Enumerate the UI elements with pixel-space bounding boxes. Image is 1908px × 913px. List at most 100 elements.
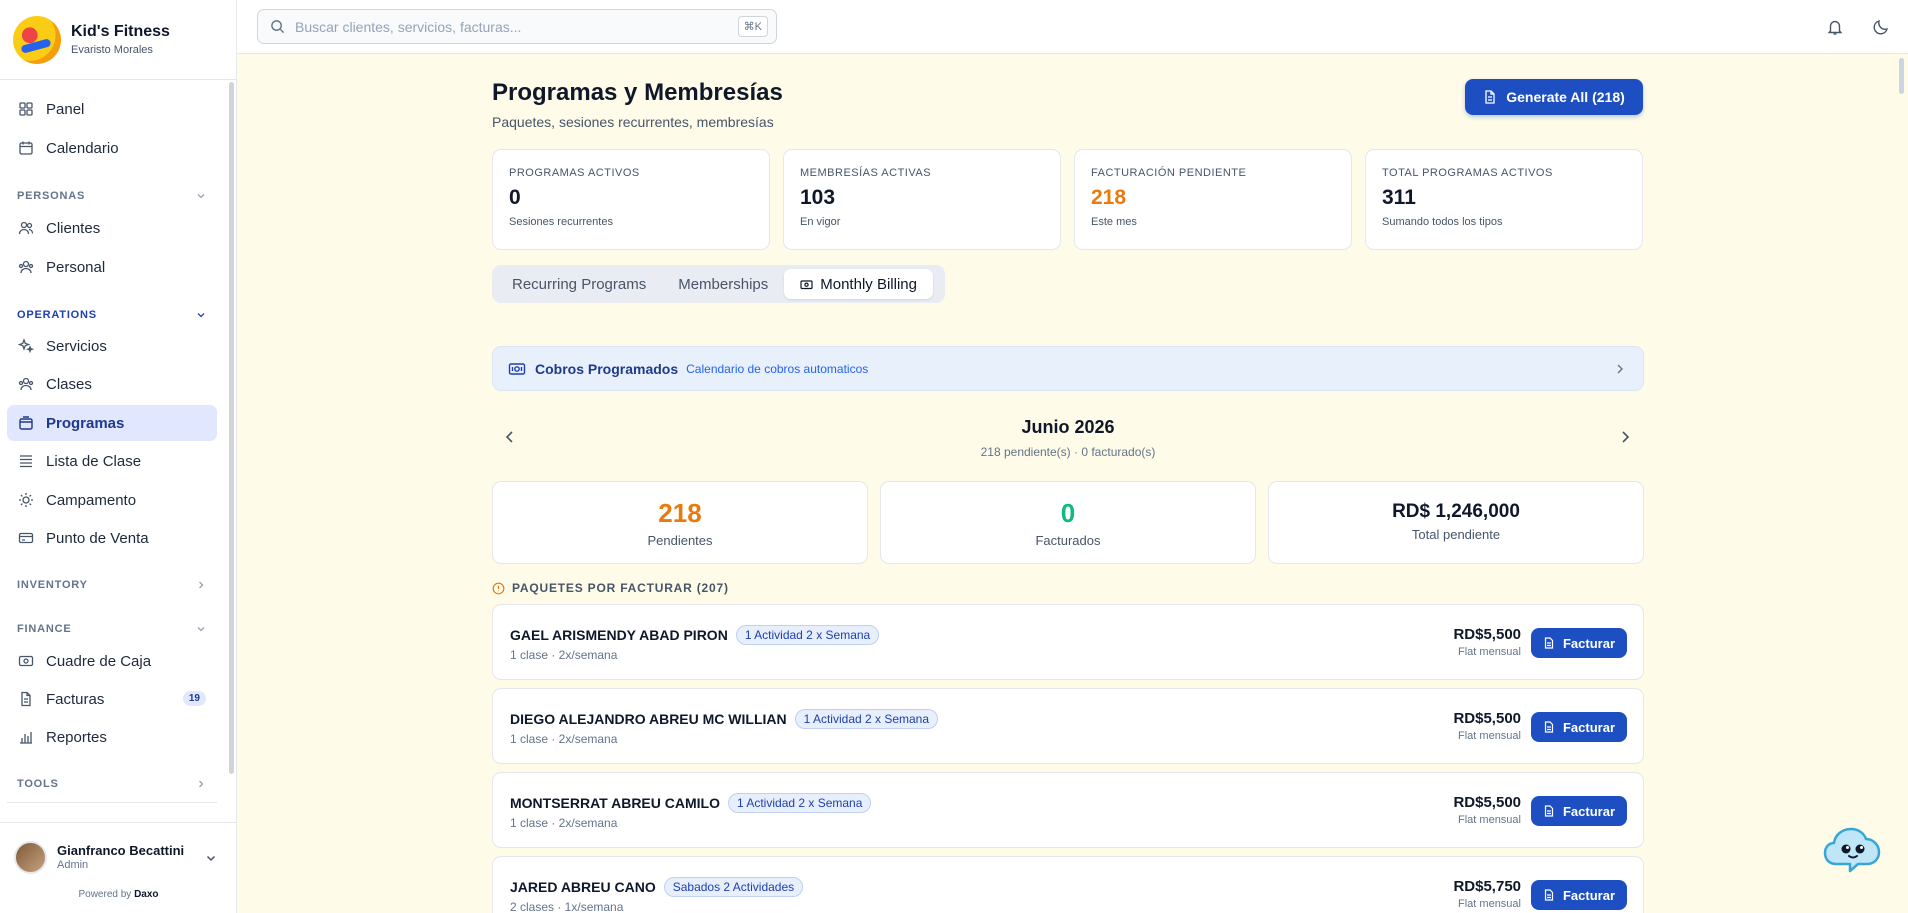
sidebar-scrollbar[interactable] (229, 82, 234, 774)
stat-sub: Sumando todos los tipos (1382, 216, 1503, 228)
next-month-button[interactable] (1617, 429, 1633, 445)
facturar-button[interactable]: Facturar (1531, 628, 1627, 658)
month-subtitle: 218 pendiente(s) · 0 facturado(s) (980, 445, 1156, 459)
section-finance[interactable]: FINANCE (17, 623, 207, 635)
stat-card-membresias-activas: MEMBRESÍAS ACTIVAS 103 En vigor (783, 149, 1061, 250)
sidebar-item-programas[interactable]: Programas (7, 405, 217, 441)
file-icon (1544, 721, 1554, 733)
stat-label: MEMBRESÍAS ACTIVAS (800, 167, 932, 179)
sidebar-item-facturas[interactable]: Facturas 19 (7, 681, 217, 717)
stat-sub: Este mes (1091, 216, 1137, 228)
sidebar-item-clases[interactable]: Clases (7, 366, 217, 402)
billing-period: Flat mensual (1458, 814, 1521, 826)
sidebar-item-label: Clientes (46, 219, 101, 237)
chevron-right-icon (199, 581, 204, 589)
amount: RD$5,500 (1453, 794, 1521, 811)
facturar-label: Facturar (1562, 719, 1616, 735)
list-icon (20, 455, 32, 468)
summary-pendientes: 218 Pendientes (492, 481, 868, 564)
user-menu[interactable]: Gianfranco Becattini Admin Powered by Da… (0, 822, 237, 913)
summary-label: Pendientes (647, 533, 713, 548)
section-label: PERSONAS (17, 190, 86, 202)
list-item: MONTSERRAT ABREU CAMILO 1 Actividad 2 x S… (492, 772, 1644, 848)
powered-prefix: Powered by (78, 889, 132, 900)
chevron-down-icon (197, 627, 205, 632)
section-label: TOOLS (17, 778, 59, 790)
sidebar-nav: Panel Calendario PERSONAS Clientes Perso… (0, 80, 237, 805)
main-content: Programas y Membresías Paquetes, sesione… (237, 54, 1908, 913)
plan-tag: 1 Actividad 2 x Semana (794, 709, 939, 729)
sidebar-item-lista-de-clase[interactable]: Lista de Clase (7, 443, 217, 479)
month-title: Junio 2026 (1021, 417, 1115, 437)
tab-memberships[interactable]: Memberships (662, 269, 784, 299)
facturar-button[interactable]: Facturar (1531, 712, 1627, 742)
sidebar-item-clientes[interactable]: Clientes (7, 210, 217, 246)
generate-all-button[interactable]: Generate All (218) (1465, 79, 1643, 115)
moon-icon[interactable] (1872, 18, 1890, 36)
list-item: DIEGO ALEJANDRO ABREU MC WILLIAN 1 Activi… (492, 688, 1644, 764)
user-group-icon (18, 260, 34, 274)
list-item: GAEL ARISMENDY ABAD PIRON 1 Actividad 2 x… (492, 604, 1644, 680)
stat-sub: Sesiones recurrentes (509, 216, 613, 228)
chevron-down-icon[interactable] (204, 851, 218, 865)
previous-month-button[interactable] (502, 429, 518, 445)
avatar (14, 841, 47, 874)
plan-tag: 1 Actividad 2 x Semana (728, 793, 872, 813)
stat-value: 0 (509, 186, 521, 209)
section-label: INVENTORY (17, 579, 88, 591)
section-label: OPERATIONS (17, 309, 97, 321)
chat-assistant-icon[interactable] (1822, 820, 1886, 884)
cobros-title: Cobros Programados (535, 360, 679, 377)
package-icon (19, 416, 33, 430)
file-icon (1544, 637, 1554, 649)
sidebar-item-campamento[interactable]: Campamento (7, 482, 217, 518)
stat-value: 103 (800, 186, 836, 209)
sidebar-item-calendario[interactable]: Calendario (7, 130, 217, 166)
cobros-programados-banner[interactable]: Cobros Programados Calendario de cobros … (492, 346, 1644, 391)
divider (7, 802, 217, 803)
packages-heading: PAQUETES POR FACTURAR (207) (492, 581, 729, 595)
file-icon (21, 691, 31, 707)
sidebar-item-label: Panel (46, 100, 85, 118)
sidebar-item-servicios[interactable]: Servicios (7, 328, 217, 364)
main-scrollbar[interactable] (1899, 58, 1904, 94)
client-name: DIEGO ALEJANDRO ABREU MC WILLIAN (510, 711, 787, 727)
grid-icon (19, 102, 33, 116)
bell-icon[interactable] (1826, 18, 1844, 36)
stat-card-facturacion-pendiente: FACTURACIÓN PENDIENTE 218 Este mes (1074, 149, 1352, 250)
facturar-button[interactable]: Facturar (1531, 796, 1627, 826)
search-box[interactable]: ⌘K (257, 9, 777, 44)
brand[interactable]: Kid's Fitness Evaristo Morales (0, 0, 237, 80)
sparkles-icon (18, 338, 34, 354)
cobros-subtitle: Calendario de cobros automaticos (686, 361, 869, 376)
stat-label: TOTAL PROGRAMAS ACTIVOS (1382, 167, 1553, 179)
facturar-button[interactable]: Facturar (1531, 880, 1627, 910)
powered-brand[interactable]: Daxo (134, 889, 158, 900)
facturar-label: Facturar (1562, 635, 1616, 651)
sidebar-item-punto-de-venta[interactable]: Punto de Venta (7, 520, 217, 556)
stat-label: PROGRAMAS ACTIVOS (509, 167, 640, 179)
section-tools[interactable]: TOOLS (17, 778, 207, 790)
section-inventory[interactable]: INVENTORY (17, 579, 207, 591)
sidebar-item-reportes[interactable]: Reportes (7, 719, 217, 755)
chevron-right-icon (199, 780, 204, 788)
section-operations[interactable]: OPERATIONS (17, 309, 207, 321)
tab-recurring-programs[interactable]: Recurring Programs (496, 269, 662, 299)
tab-monthly-billing[interactable]: Monthly Billing (784, 269, 933, 299)
sidebar-item-cuadre-de-caja[interactable]: Cuadre de Caja (7, 643, 217, 679)
stat-label: FACTURACIÓN PENDIENTE (1091, 167, 1247, 179)
stat-value: 218 (1091, 186, 1127, 209)
section-personas[interactable]: PERSONAS (17, 190, 207, 202)
client-name: GAEL ARISMENDY ABAD PIRON (510, 627, 728, 643)
sidebar-item-label: Facturas (46, 690, 105, 708)
bar-chart-icon (20, 732, 32, 744)
sidebar-item-panel[interactable]: Panel (7, 91, 217, 127)
summary-facturados: 0 Facturados (880, 481, 1256, 564)
facturar-label: Facturar (1562, 803, 1616, 819)
sidebar-item-personal[interactable]: Personal (7, 249, 217, 285)
sidebar-item-label: Calendario (46, 139, 119, 157)
search-input[interactable] (295, 18, 715, 35)
sun-icon (19, 493, 33, 507)
cash-icon (508, 362, 526, 375)
generate-all-label: Generate All (218) (1506, 89, 1625, 105)
